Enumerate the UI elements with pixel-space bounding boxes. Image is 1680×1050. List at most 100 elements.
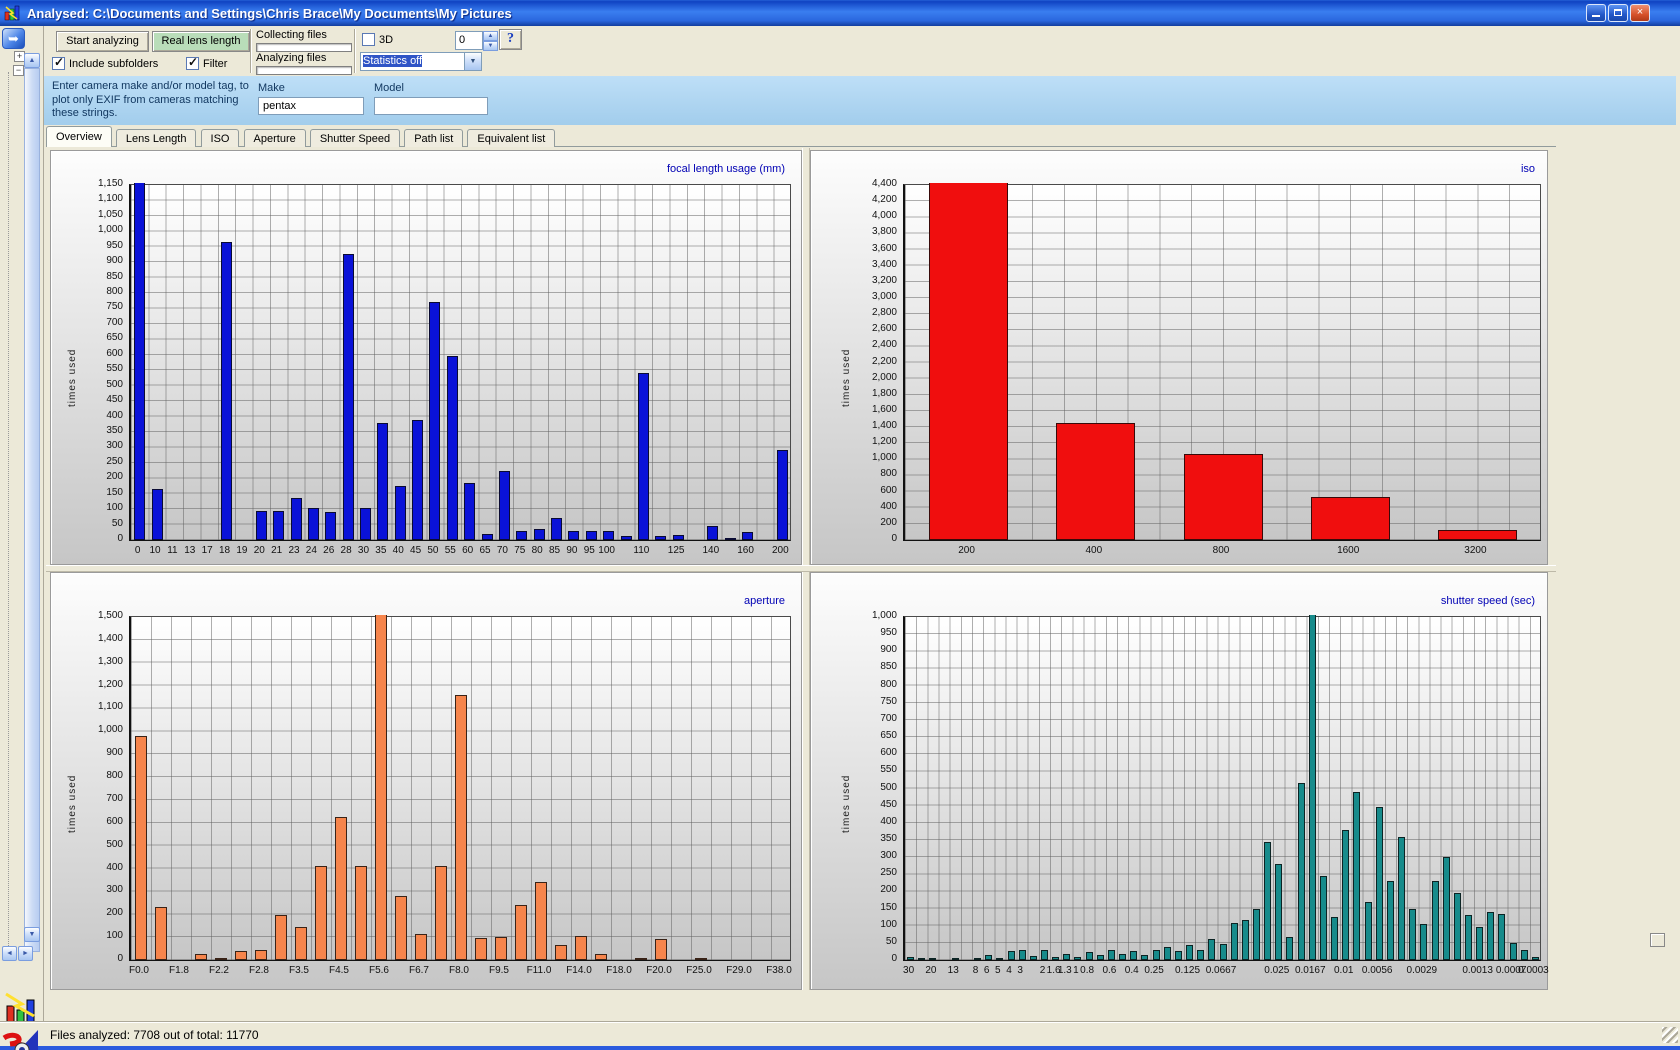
bar	[1063, 954, 1070, 960]
analyzing-progressbar	[256, 66, 352, 75]
bar	[929, 183, 1008, 540]
y-tick-label: 450	[839, 799, 897, 810]
tab-overview[interactable]: Overview	[46, 126, 112, 147]
x-tick-label: 0.0667	[1189, 965, 1253, 976]
real-lens-length-button[interactable]: Real lens length	[152, 31, 250, 52]
tree-refresh-icon[interactable]: ➥	[2, 28, 25, 49]
horizontal-splitter[interactable]	[46, 565, 1556, 572]
tab-path-list[interactable]: Path list	[404, 129, 463, 147]
tab-lens-length[interactable]: Lens Length	[116, 129, 197, 147]
y-tick-label: 1,000	[839, 452, 897, 463]
y-tick-label: 100	[65, 930, 123, 941]
x-tick-label: 0.0003	[1501, 965, 1565, 976]
x-tick-label: 400	[1062, 545, 1126, 556]
bar	[455, 695, 467, 960]
include-subfolders-label: Include subfolders	[69, 58, 158, 70]
tab-equivalent-list[interactable]: Equivalent list	[467, 129, 555, 147]
bar	[275, 915, 287, 960]
bar	[447, 356, 458, 540]
bar	[1420, 924, 1427, 960]
bar	[482, 534, 493, 540]
bar	[1487, 912, 1494, 960]
plot-area	[903, 616, 1541, 961]
help-button[interactable]: ?	[499, 29, 522, 50]
y-tick-label: 150	[839, 902, 897, 913]
scroll-right-button[interactable]: ►	[18, 946, 33, 961]
threed-checkbox[interactable]	[362, 33, 375, 46]
bar	[195, 954, 207, 960]
y-tick-label: 1,400	[839, 420, 897, 431]
threed-value-input[interactable]: 0	[455, 31, 483, 50]
y-tick-label: 700	[839, 713, 897, 724]
y-tick-label: 1,150	[65, 178, 123, 189]
statistics-dropdown[interactable]: Statistics off ▼	[360, 52, 482, 71]
bar	[152, 489, 163, 540]
y-tick-label: 2,000	[839, 372, 897, 383]
y-tick-label: 3,800	[839, 226, 897, 237]
y-tick-label: 400	[839, 501, 897, 512]
scroll-left-icon: ◄	[6, 950, 13, 957]
tab-iso[interactable]: ISO	[201, 129, 240, 147]
include-subfolders-checkbox[interactable]: ✓	[52, 57, 65, 70]
y-tick-label: 900	[65, 747, 123, 758]
dropdown-arrow-icon[interactable]: ▼	[464, 53, 481, 70]
y-tick-label: 0	[65, 533, 123, 544]
tree-collapse-node[interactable]: −	[13, 65, 24, 76]
statistics-dropdown-value: Statistics off	[361, 53, 464, 70]
bar	[1376, 807, 1383, 960]
start-analyzing-button[interactable]: Start analyzing	[56, 31, 149, 52]
model-label: Model	[374, 82, 404, 94]
scroll-up-button[interactable]: ▲	[24, 53, 40, 68]
spin-down-icon[interactable]: ▼	[483, 41, 498, 51]
close-button[interactable]: ×	[1630, 4, 1650, 22]
y-tick-label: 650	[839, 730, 897, 741]
bar	[135, 736, 147, 960]
threed-spinner[interactable]: ▲ ▼	[483, 31, 498, 50]
panel-grip[interactable]	[1650, 933, 1665, 947]
window-title: Analysed: C:\Documents and Settings\Chri…	[27, 6, 512, 21]
minimize-button[interactable]	[1586, 4, 1606, 22]
bar	[435, 866, 447, 960]
y-tick-label: 200	[839, 884, 897, 895]
make-label: Make	[258, 82, 285, 94]
bar	[499, 471, 510, 540]
y-tick-label: 400	[839, 816, 897, 827]
bar	[595, 954, 607, 960]
model-input[interactable]	[374, 97, 488, 115]
bar	[575, 936, 587, 960]
bar	[377, 423, 388, 540]
scroll-down-button[interactable]: ▼	[24, 927, 40, 942]
title-bar: Analysed: C:\Documents and Settings\Chri…	[0, 0, 1680, 26]
tab-aperture[interactable]: Aperture	[244, 129, 306, 147]
maximize-button[interactable]	[1608, 4, 1628, 22]
bar	[996, 958, 1003, 960]
bar	[974, 958, 981, 960]
y-tick-label: 0	[839, 533, 897, 544]
bar	[1264, 842, 1271, 960]
bar	[1532, 957, 1539, 960]
filter-checkbox[interactable]: ✓	[186, 57, 199, 70]
bar	[415, 934, 427, 960]
scroll-up-icon: ▲	[29, 57, 36, 64]
spin-up-icon[interactable]: ▲	[483, 31, 498, 41]
resize-grip-icon[interactable]	[1662, 1027, 1678, 1043]
make-input[interactable]: pentax	[258, 97, 364, 115]
bar	[1454, 893, 1461, 960]
bar	[495, 937, 507, 960]
bar	[155, 907, 167, 960]
bar	[1008, 951, 1015, 960]
scroll-left-button[interactable]: ◄	[2, 946, 17, 961]
collecting-progressbar	[256, 43, 352, 52]
y-tick-label: 450	[65, 394, 123, 405]
bar	[295, 927, 307, 960]
tab-shutter-speed[interactable]: Shutter Speed	[310, 129, 400, 147]
y-tick-label: 3,000	[839, 291, 897, 302]
chart-panel-iso: isotimes used02004006008001,0001,2001,40…	[810, 150, 1548, 565]
close-icon: ×	[1637, 6, 1643, 18]
minus-icon: −	[16, 65, 21, 75]
x-tick-label: 200	[935, 545, 999, 556]
tree-scrollbar-track[interactable]	[24, 68, 40, 952]
bar	[638, 373, 649, 540]
bar	[1298, 783, 1305, 960]
bar	[534, 529, 545, 540]
